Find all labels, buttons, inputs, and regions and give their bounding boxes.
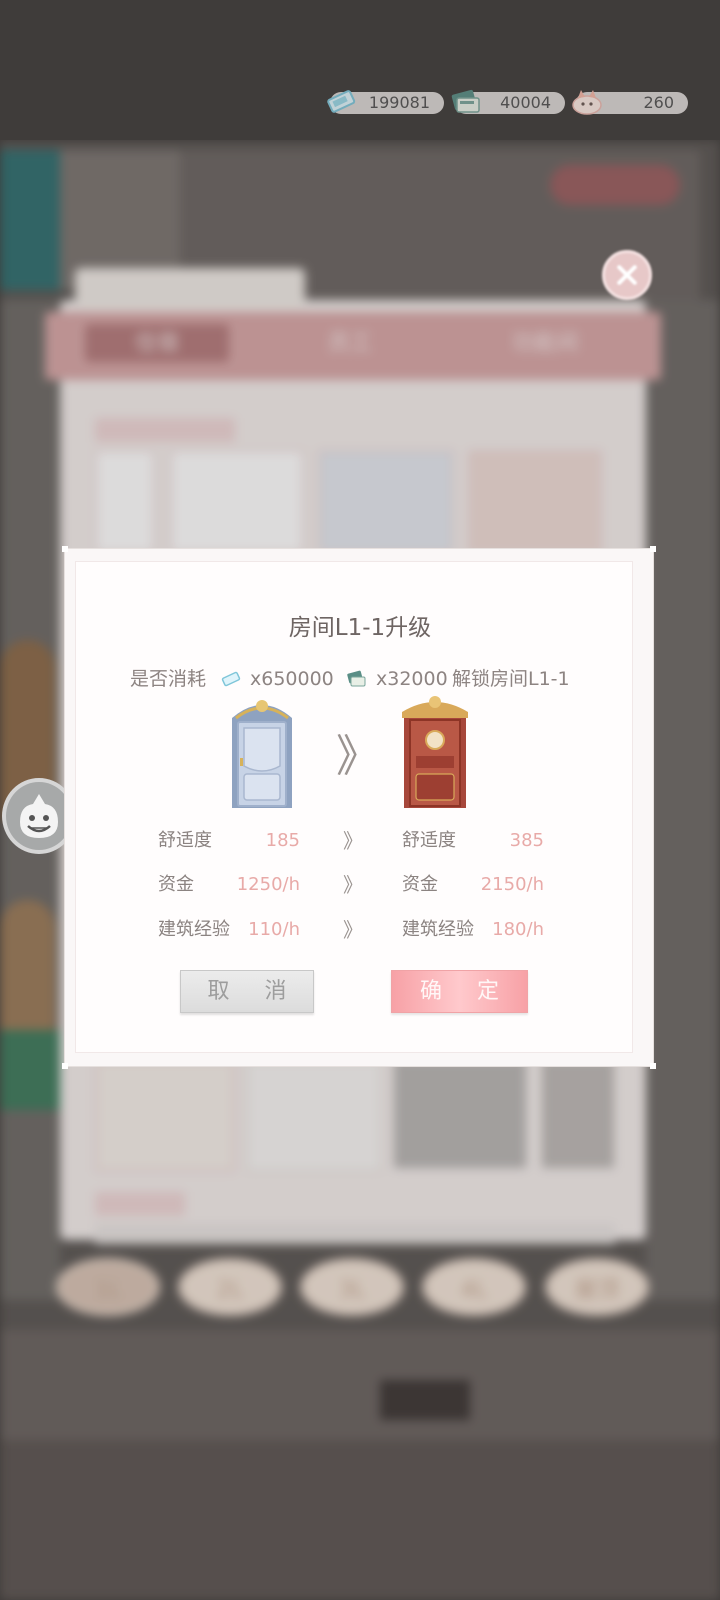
- books-icon: [347, 670, 366, 687]
- mascot-face-icon: [20, 794, 58, 838]
- close-button[interactable]: [602, 250, 652, 300]
- stat-funds-current: 1250/h: [236, 874, 300, 895]
- diamond-ticket-icon: [221, 671, 241, 687]
- stat-arrow: 》: [343, 873, 363, 897]
- confirm-button[interactable]: 确 定: [391, 970, 528, 1013]
- cost-books: x32000: [376, 668, 448, 690]
- stat-funds-next: 2150/h: [480, 874, 544, 895]
- stat-exp-current: 110/h: [248, 919, 300, 940]
- door-blue-icon: [232, 700, 292, 808]
- stat-funds-next-label: 资金: [402, 874, 438, 895]
- cost-prefix: 是否消耗: [130, 668, 207, 690]
- stat-comfort-next: 385: [509, 830, 544, 851]
- stat-funds-label: 资金: [158, 874, 194, 895]
- cost-diamonds: x650000: [250, 668, 334, 690]
- stat-comfort-current: 185: [265, 830, 300, 851]
- upgrade-arrow: 》: [336, 731, 380, 782]
- stat-arrow: 》: [343, 829, 363, 853]
- stat-exp-next: 180/h: [492, 919, 544, 940]
- stat-arrow: 》: [343, 918, 363, 942]
- door-red-icon: [402, 696, 468, 808]
- cost-suffix: 解锁房间L1-1: [452, 668, 570, 690]
- cancel-button[interactable]: 取 消: [180, 970, 314, 1013]
- dialog-title: 房间L1-1升级: [288, 615, 432, 641]
